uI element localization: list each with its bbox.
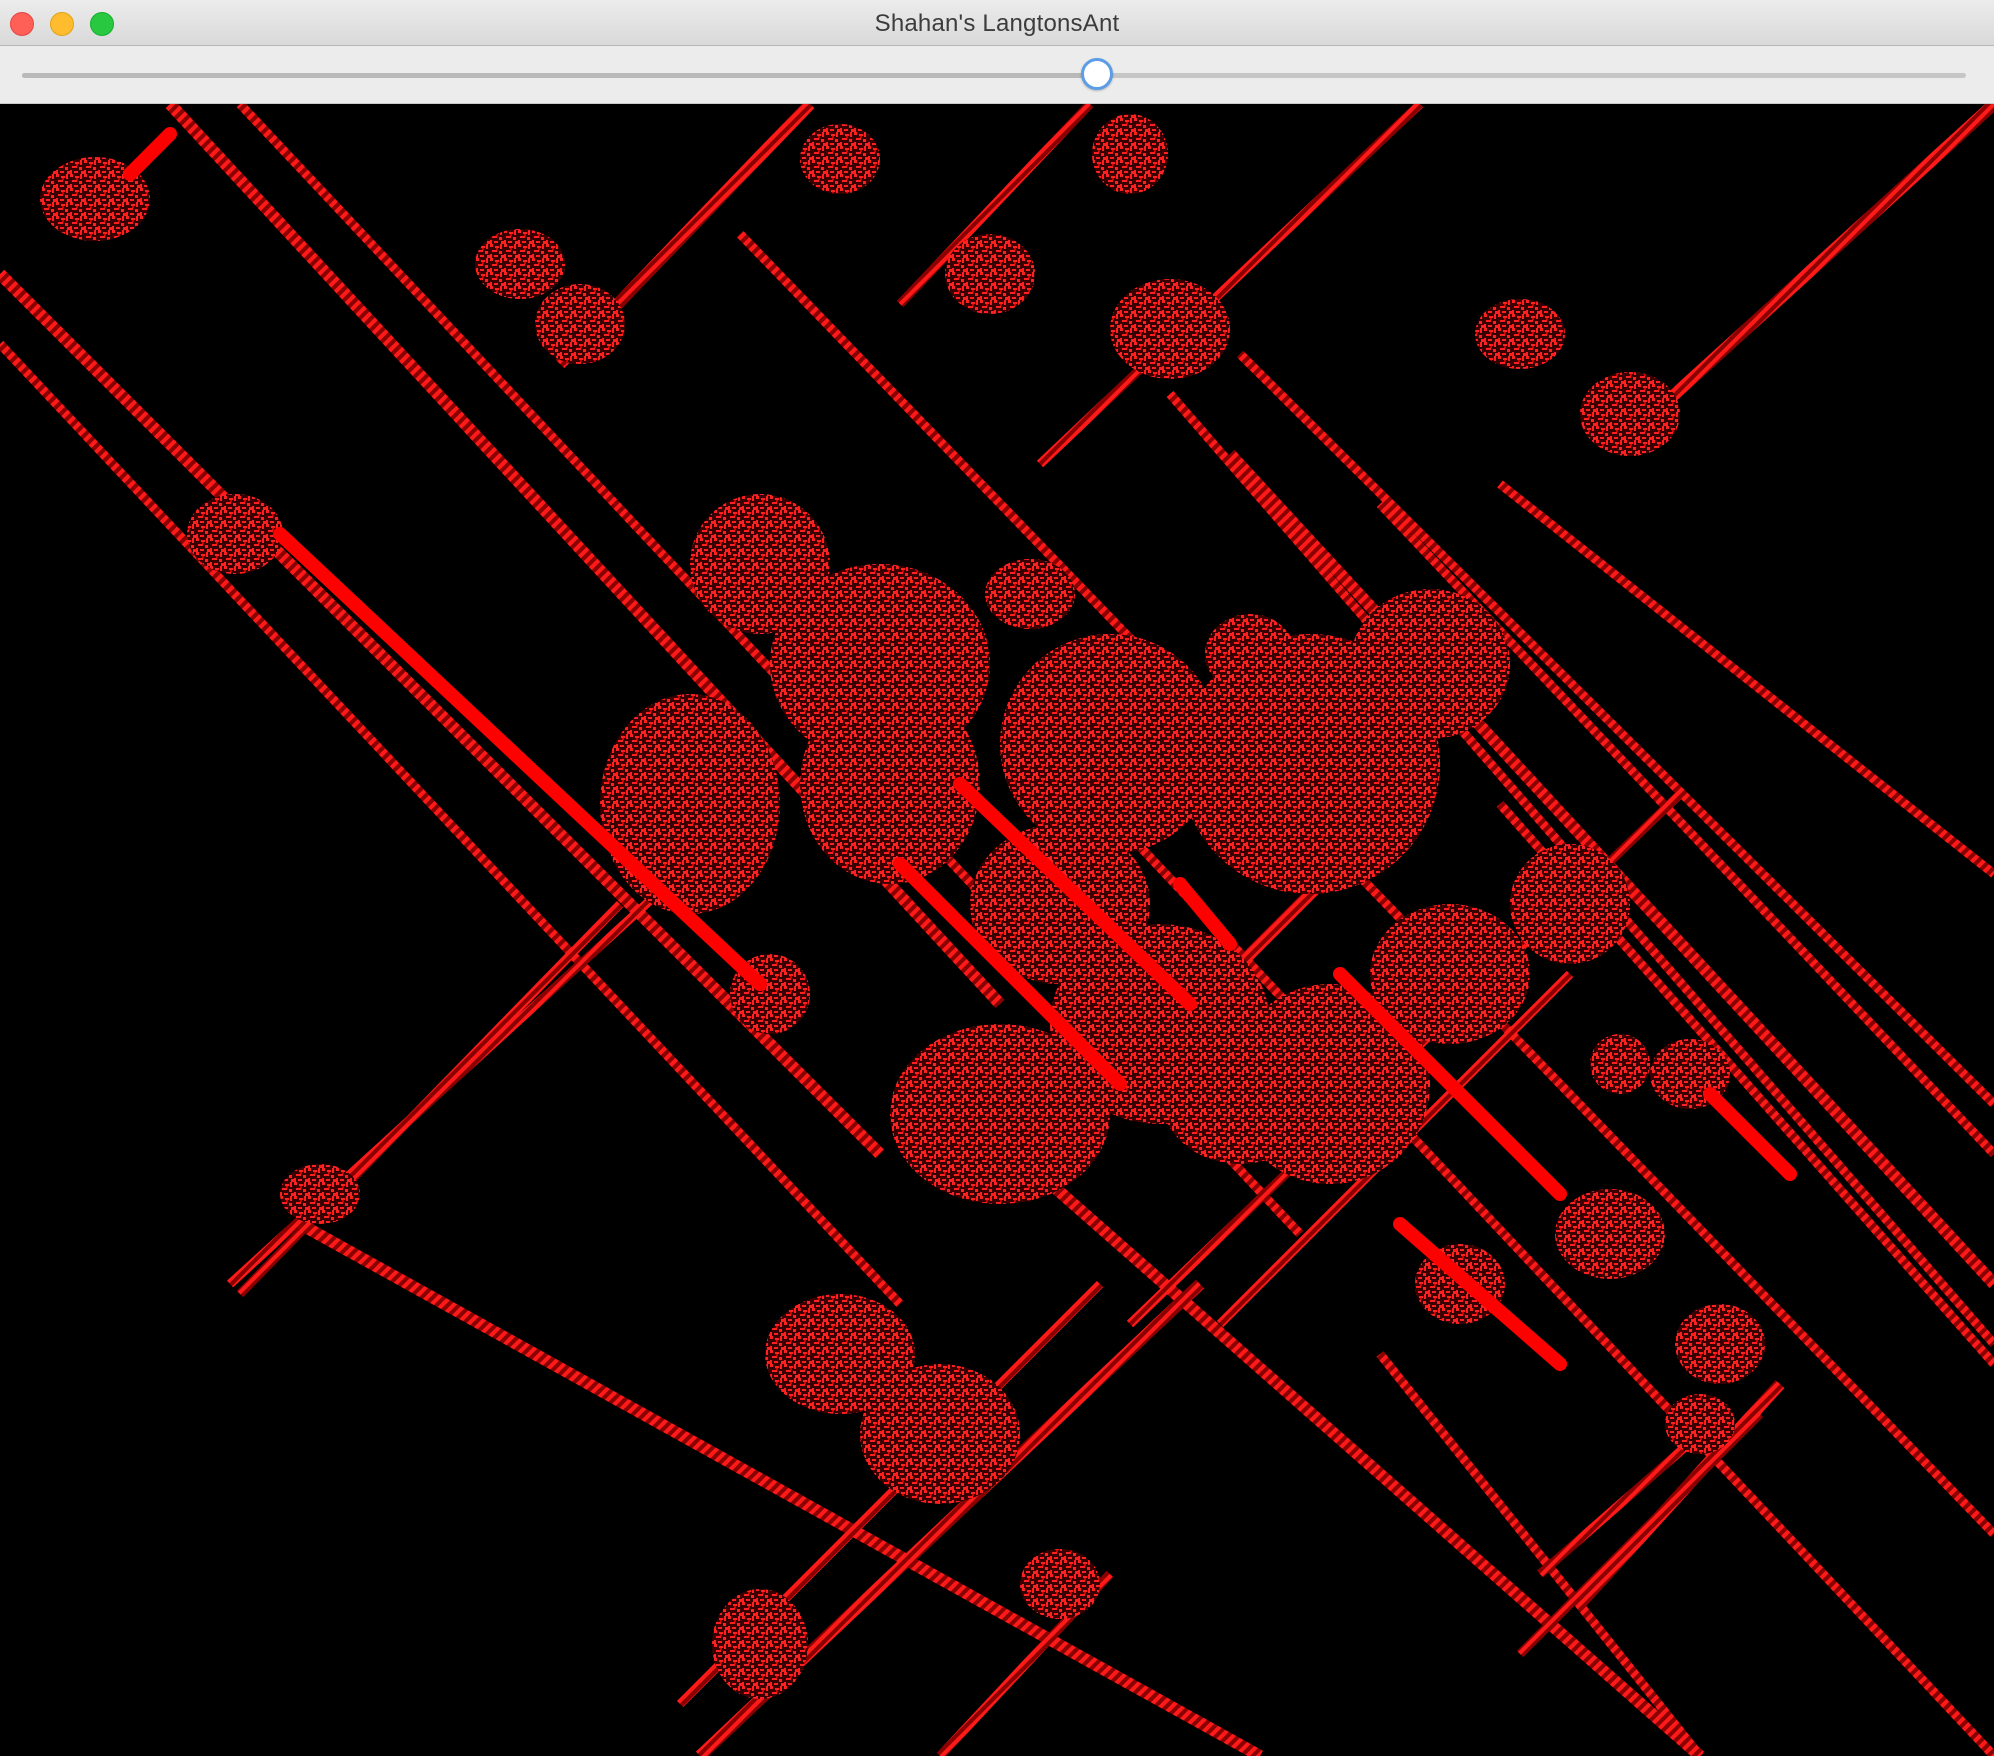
chaotic-cluster [1665, 1394, 1735, 1454]
window-title: Shahan's LangtonsAnt [874, 10, 1120, 37]
chaotic-cluster [1350, 589, 1510, 739]
chaotic-cluster [535, 284, 625, 364]
highway-trail [236, 900, 624, 1298]
chaotic-cluster [1205, 614, 1295, 694]
chaotic-cluster [187, 494, 283, 574]
speed-slider-fill [22, 73, 1098, 78]
chaotic-cluster [800, 124, 880, 194]
chaotic-cluster [945, 234, 1035, 314]
ant-grid-drawing [0, 104, 1994, 1756]
chaotic-cluster [712, 1589, 808, 1699]
chaotic-cluster [1510, 844, 1630, 964]
chaotic-cluster [1475, 299, 1565, 369]
chaotic-cluster [1160, 1024, 1320, 1164]
speed-slider-knob[interactable] [1081, 58, 1114, 90]
slider-toolbar [0, 46, 1994, 104]
ant-canvas[interactable] [0, 104, 1994, 1756]
chaotic-cluster [890, 1024, 1110, 1204]
window-edge [1994, 104, 2006, 1756]
chaotic-cluster [985, 559, 1075, 629]
chaotic-cluster [600, 694, 780, 914]
app-window: Shahan's LangtonsAnt [0, 0, 1994, 1756]
chaotic-cluster [1675, 1304, 1765, 1384]
chaotic-cluster [1092, 114, 1168, 194]
chaotic-cluster [1020, 1549, 1100, 1619]
chaotic-cluster [1590, 1034, 1650, 1094]
solid-trail [1703, 1087, 1797, 1181]
chaotic-cluster [1580, 372, 1680, 456]
chaotic-cluster [860, 1364, 1020, 1504]
solid-trail [123, 127, 177, 181]
highway-trail [1376, 1351, 1704, 1756]
highway-trail [1615, 104, 1994, 449]
chaotic-cluster [475, 229, 565, 299]
speed-slider[interactable] [22, 73, 1966, 78]
chaotic-cluster [280, 1164, 360, 1224]
chaotic-cluster [1110, 279, 1230, 379]
chaotic-cluster [1555, 1189, 1665, 1279]
highway-trail [1497, 480, 1994, 878]
title-bar[interactable]: Shahan's LangtonsAnt [0, 0, 1994, 46]
